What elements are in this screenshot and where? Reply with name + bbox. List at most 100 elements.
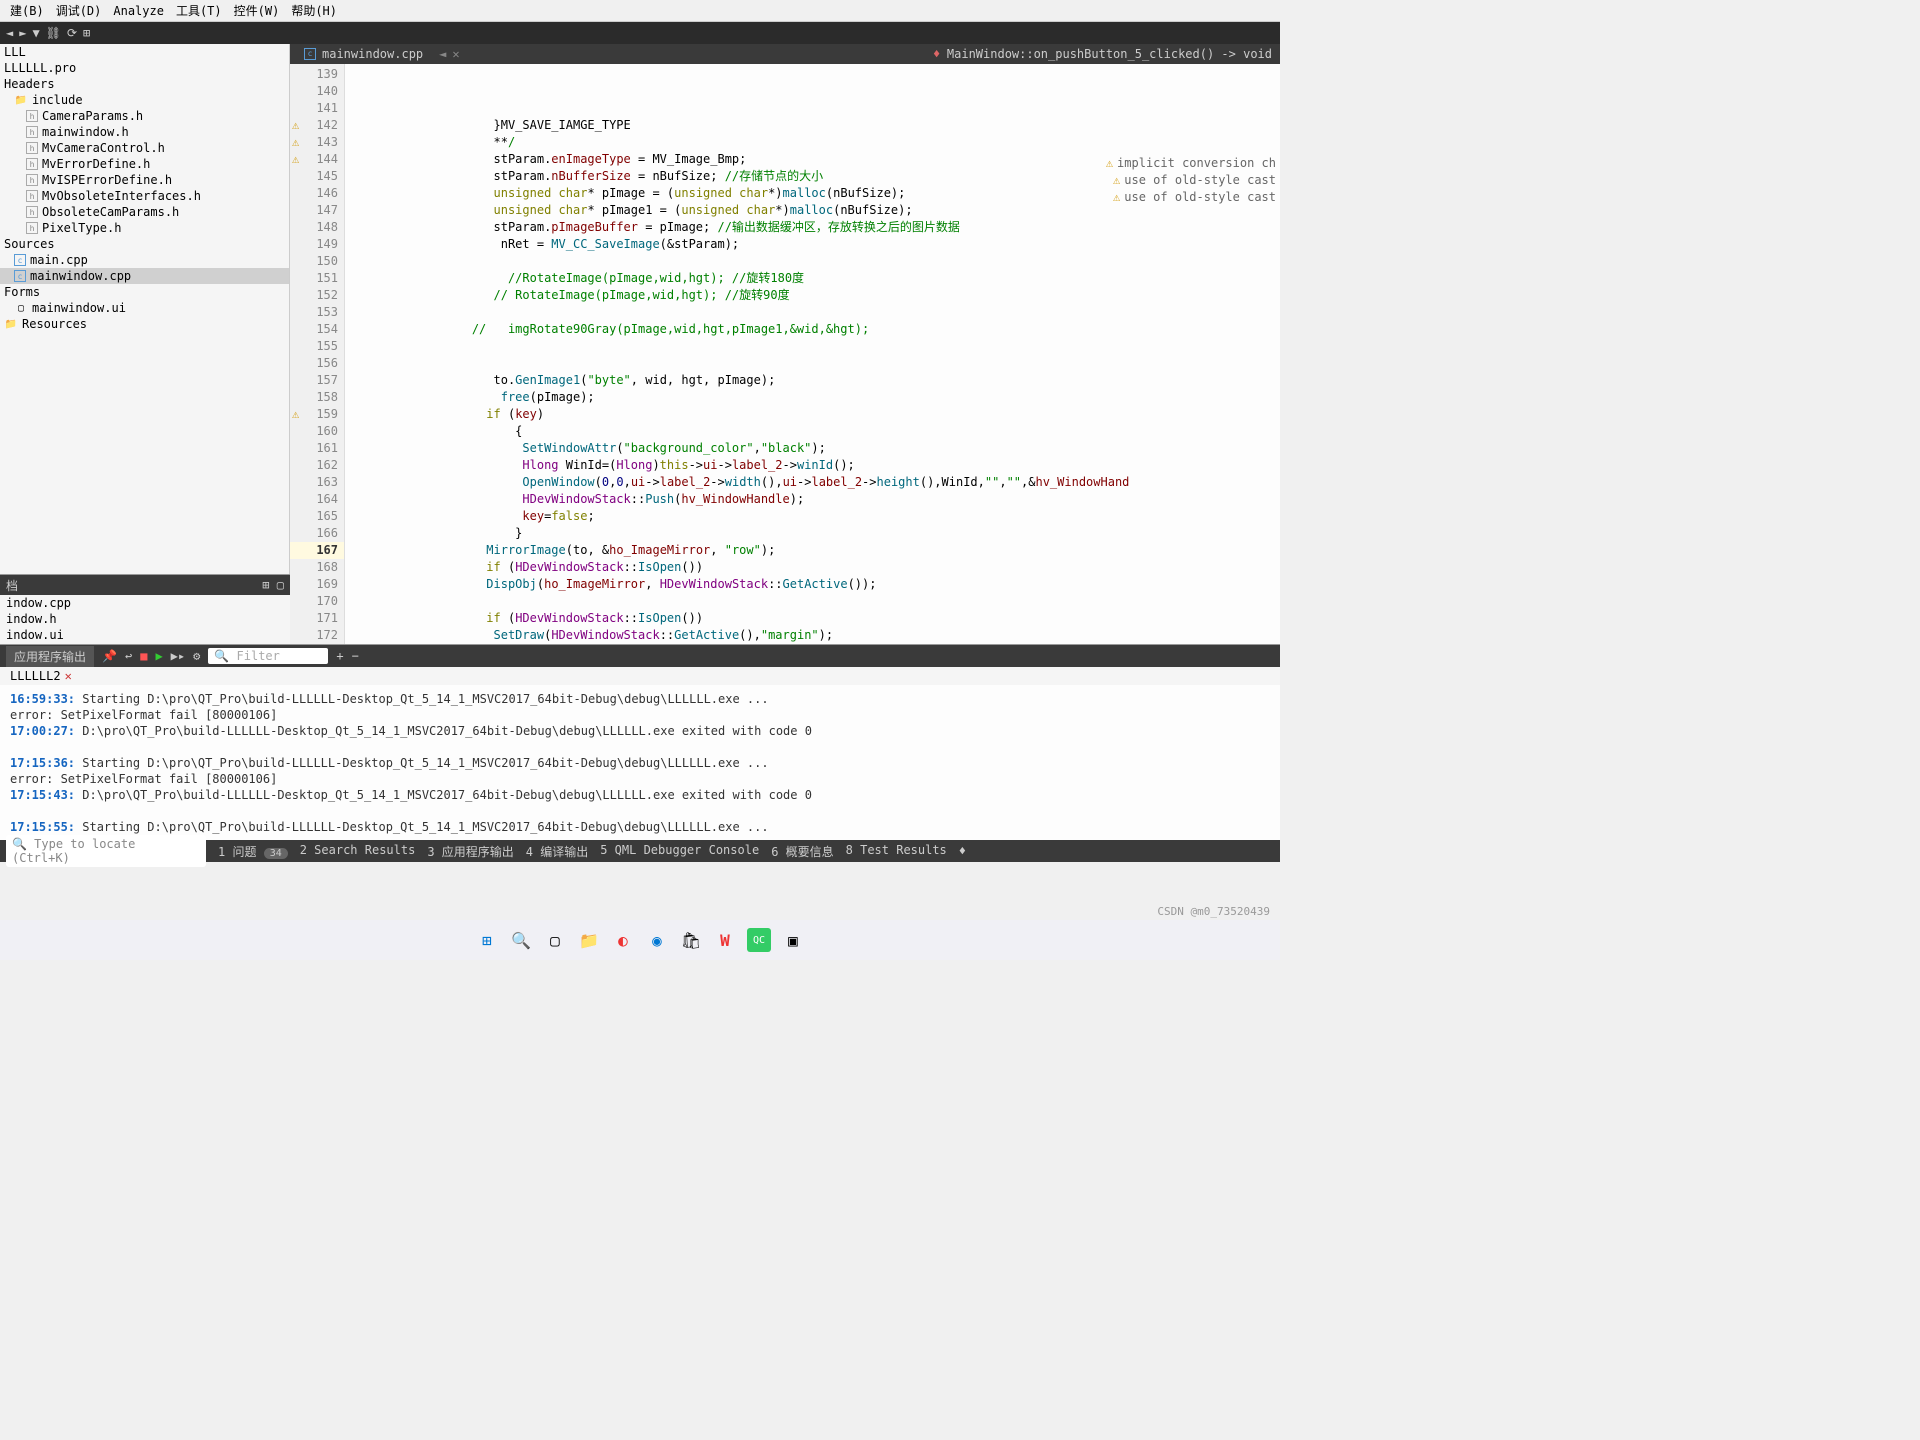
qt-icon[interactable]: QC: [747, 928, 771, 952]
code-line[interactable]: to.GenImage1("byte", wid, hgt, pImage);: [345, 372, 1280, 389]
zoom-in-icon[interactable]: +: [336, 649, 343, 663]
editor-tab[interactable]: c mainwindow.cpp: [294, 45, 433, 63]
line-number[interactable]: 140: [290, 83, 344, 100]
tree-item[interactable]: ▢mainwindow.ui: [0, 300, 289, 316]
code-editor[interactable]: 139140141⚠142⚠143⚠1441451461471481491501…: [290, 64, 1280, 644]
status-pane[interactable]: 3 应用程序输出: [427, 843, 513, 860]
code-line[interactable]: HDevWindowStack::Push(hv_WindowHandle);: [345, 491, 1280, 508]
code-line[interactable]: [345, 593, 1280, 610]
inline-warning[interactable]: ⚠implicit conversion ch: [1106, 155, 1276, 172]
line-number[interactable]: 156: [290, 355, 344, 372]
code-line[interactable]: MirrorImage(to, &ho_ImageMirror, "row");: [345, 542, 1280, 559]
wrap-icon[interactable]: ↩: [125, 649, 132, 663]
store-icon[interactable]: 🛍: [679, 928, 703, 952]
line-number[interactable]: 154: [290, 321, 344, 338]
project-tree[interactable]: LLLLLLLLL.proHeaders📁includehCameraParam…: [0, 44, 290, 574]
line-number[interactable]: 146: [290, 185, 344, 202]
tab-close-icon[interactable]: ✕: [452, 47, 459, 61]
stop-icon[interactable]: ■: [140, 649, 147, 663]
rerun-icon[interactable]: ▶▸: [171, 649, 185, 663]
tree-item[interactable]: hPixelType.h: [0, 220, 289, 236]
line-number[interactable]: 160: [290, 423, 344, 440]
output-tab[interactable]: LLLLLL2 ✕: [4, 668, 78, 684]
line-gutter[interactable]: 139140141⚠142⚠143⚠1441451461471481491501…: [290, 64, 345, 644]
status-pane[interactable]: 4 编译输出: [526, 843, 588, 860]
line-number[interactable]: 170: [290, 593, 344, 610]
link-icon[interactable]: ⛓: [46, 26, 61, 40]
inline-warning[interactable]: ⚠use of old-style cast: [1113, 189, 1276, 206]
menu-item[interactable]: 帮助(H): [285, 0, 343, 21]
line-number[interactable]: 161: [290, 440, 344, 457]
close-icon[interactable]: ▢: [277, 578, 284, 592]
explorer-icon[interactable]: 📁: [577, 928, 601, 952]
code-line[interactable]: if (HDevWindowStack::IsOpen()): [345, 559, 1280, 576]
output-body[interactable]: 16:59:33: Starting D:\pro\QT_Pro\build-L…: [0, 685, 1280, 840]
line-number[interactable]: 163: [290, 474, 344, 491]
prev-tab-icon[interactable]: ◄: [433, 47, 452, 61]
settings-icon[interactable]: ⚙: [193, 649, 200, 663]
line-number[interactable]: 169: [290, 576, 344, 593]
line-number[interactable]: ⚠143: [290, 134, 344, 151]
code-line[interactable]: Hlong WinId=(Hlong)this->ui->label_2->wi…: [345, 457, 1280, 474]
split-icon[interactable]: ⊞: [262, 578, 269, 592]
code-line[interactable]: SetWindowAttr("background_color","black"…: [345, 440, 1280, 457]
code-line[interactable]: // RotateImage(pImage,wid,hgt); //旋转90度: [345, 287, 1280, 304]
tree-item[interactable]: 📁Resources: [0, 316, 289, 332]
line-number[interactable]: 157: [290, 372, 344, 389]
tree-item[interactable]: hMvISPErrorDefine.h: [0, 172, 289, 188]
output-filter-input[interactable]: 🔍 Filter: [208, 648, 328, 664]
code-line[interactable]: DispObj(ho_ImageMirror, HDevWindowStack:…: [345, 576, 1280, 593]
tree-item[interactable]: Forms: [0, 284, 289, 300]
status-pane[interactable]: 2 Search Results: [300, 843, 416, 860]
start-icon[interactable]: ⊞: [475, 928, 499, 952]
menu-item[interactable]: 建(B): [4, 0, 50, 21]
code-line[interactable]: {: [345, 423, 1280, 440]
code-line[interactable]: if (HDevWindowStack::IsOpen()): [345, 610, 1280, 627]
sync-icon[interactable]: ⟳: [67, 26, 77, 40]
code-line[interactable]: key=false;: [345, 508, 1280, 525]
tree-item[interactable]: hObsoleteCamParams.h: [0, 204, 289, 220]
tree-item[interactable]: hmainwindow.h: [0, 124, 289, 140]
line-number[interactable]: 149: [290, 236, 344, 253]
line-number[interactable]: 162: [290, 457, 344, 474]
tree-item[interactable]: 📁include: [0, 92, 289, 108]
filter-icon[interactable]: ▼: [32, 26, 39, 40]
line-number[interactable]: 158: [290, 389, 344, 406]
line-number[interactable]: 147: [290, 202, 344, 219]
line-number[interactable]: 153: [290, 304, 344, 321]
tree-item[interactable]: Sources: [0, 236, 289, 252]
line-number[interactable]: 166: [290, 525, 344, 542]
toggle-icon[interactable]: ♦: [959, 844, 966, 858]
line-number[interactable]: 148: [290, 219, 344, 236]
line-number[interactable]: 168: [290, 559, 344, 576]
forward-icon[interactable]: ►: [19, 26, 26, 40]
open-doc-item[interactable]: indow.cpp: [0, 595, 290, 611]
inline-warning[interactable]: ⚠use of old-style cast: [1113, 172, 1276, 189]
breadcrumb[interactable]: ♦ MainWindow::on_pushButton_5_clicked() …: [925, 47, 1280, 61]
open-doc-item[interactable]: indow.ui: [0, 627, 290, 643]
pin-icon[interactable]: 📌: [102, 649, 117, 663]
search-icon[interactable]: 🔍: [509, 928, 533, 952]
line-number[interactable]: 155: [290, 338, 344, 355]
line-number[interactable]: ⚠142: [290, 117, 344, 134]
line-number[interactable]: 164: [290, 491, 344, 508]
status-pane[interactable]: 6 概要信息: [771, 843, 833, 860]
code-line[interactable]: if (key): [345, 406, 1280, 423]
tree-item[interactable]: Headers: [0, 76, 289, 92]
code-line[interactable]: //RotateImage(pImage,wid,hgt); //旋转180度: [345, 270, 1280, 287]
tree-item[interactable]: hCameraParams.h: [0, 108, 289, 124]
locator-input[interactable]: 🔍 Type to locate (Ctrl+K): [6, 835, 206, 867]
code-line[interactable]: [345, 338, 1280, 355]
code-line[interactable]: }: [345, 525, 1280, 542]
line-number[interactable]: 139: [290, 66, 344, 83]
warning-icon[interactable]: ⚠: [292, 406, 299, 423]
code-line[interactable]: nRet = MV_CC_SaveImage(&stParam);: [345, 236, 1280, 253]
line-number[interactable]: 171: [290, 610, 344, 627]
wps-icon[interactable]: W: [713, 928, 737, 952]
menu-item[interactable]: Analyze: [107, 2, 170, 20]
line-number[interactable]: ⚠159: [290, 406, 344, 423]
edge-icon[interactable]: ◉: [645, 928, 669, 952]
close-icon[interactable]: ✕: [65, 669, 72, 683]
warning-icon[interactable]: ⚠: [292, 117, 299, 134]
menu-item[interactable]: 调试(D): [50, 0, 108, 21]
